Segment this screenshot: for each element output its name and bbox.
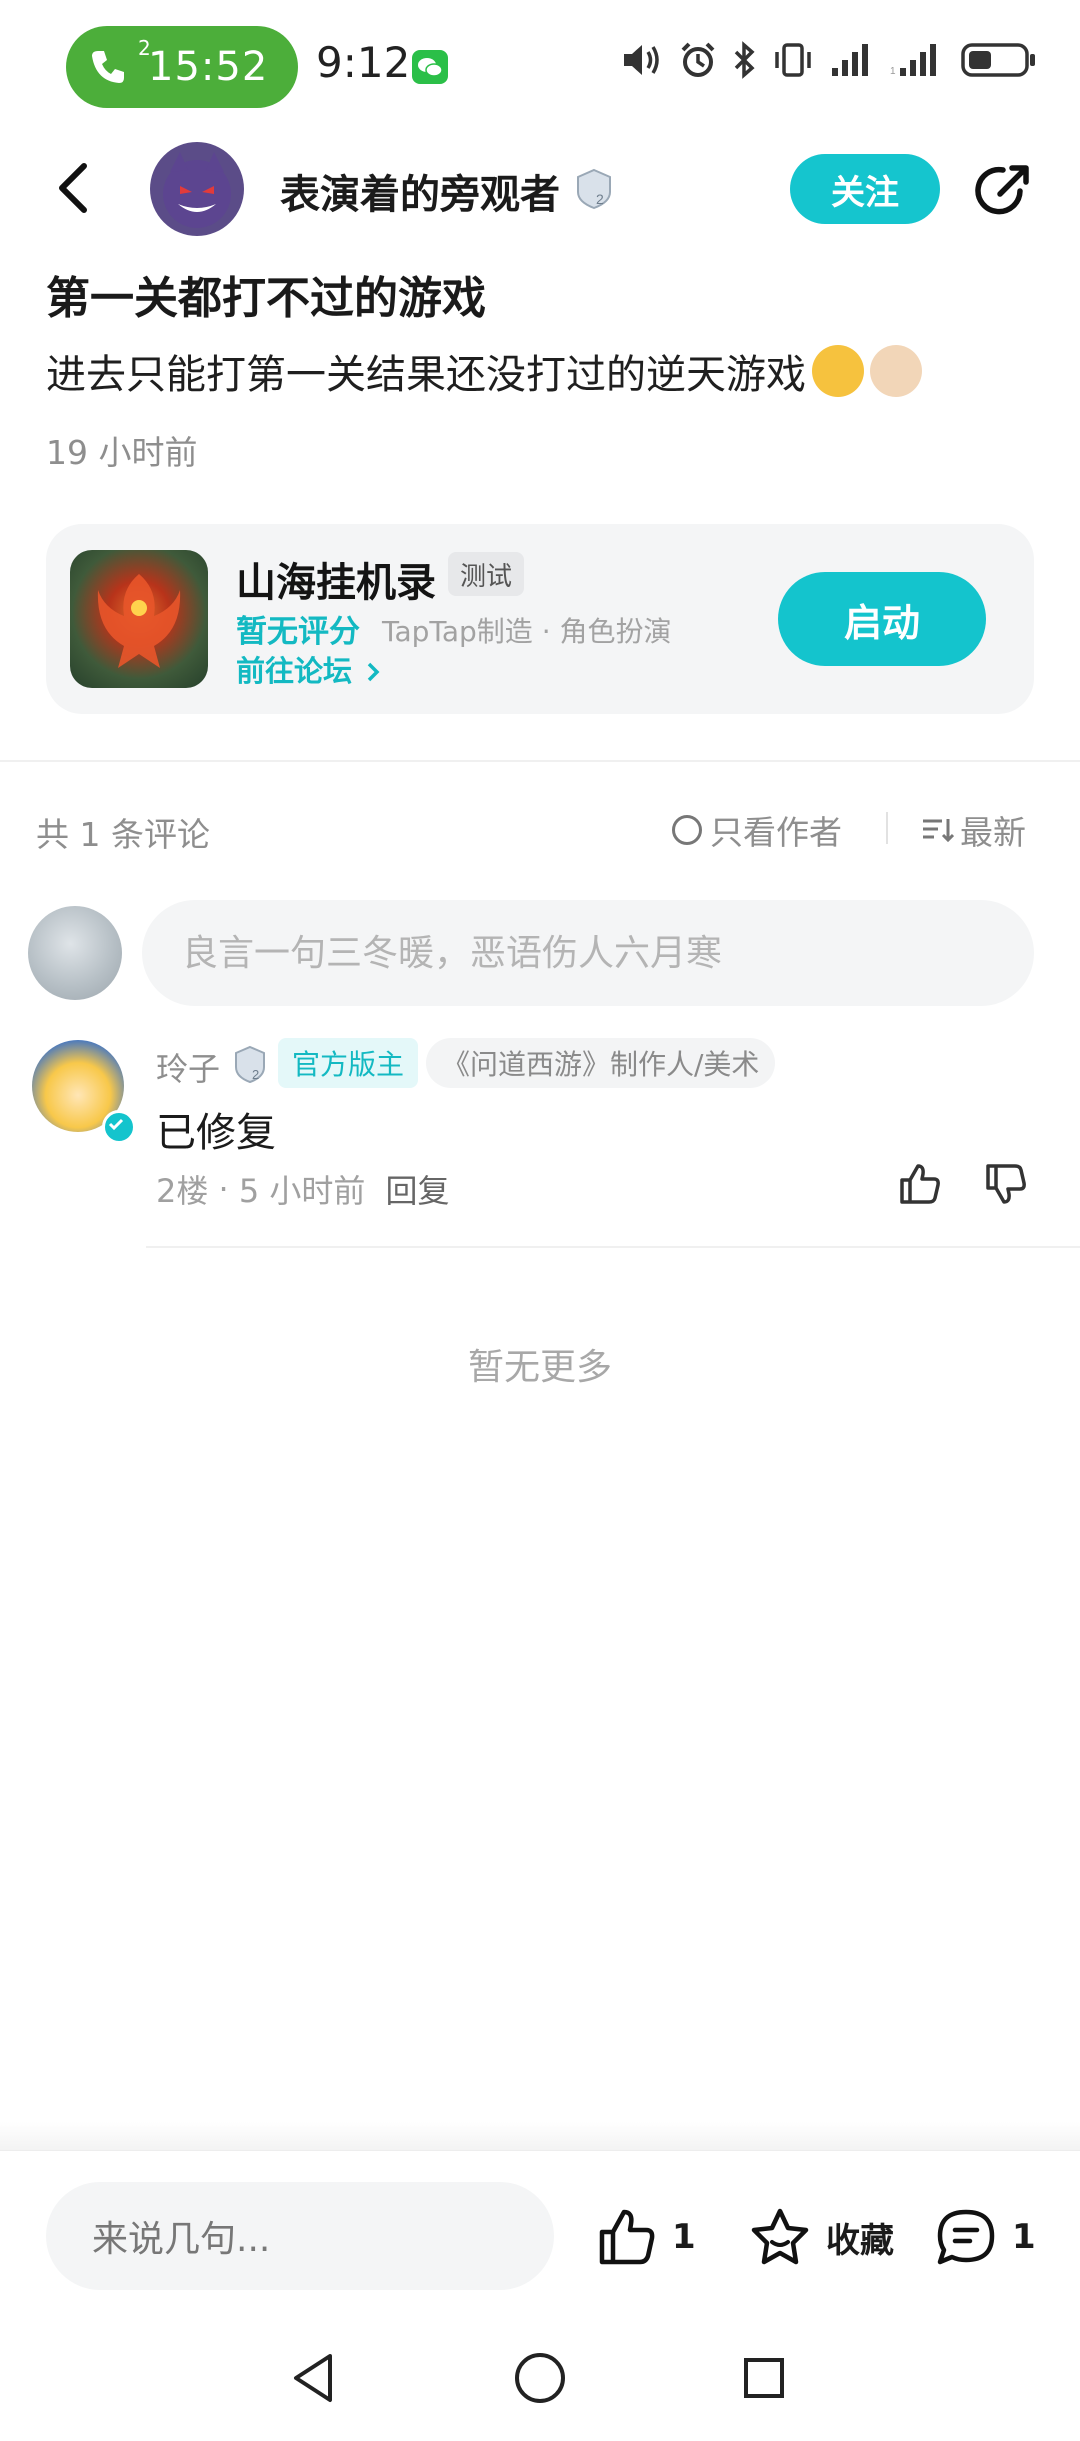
vibrate-icon	[775, 43, 811, 77]
comment-count-bottom: 1	[1012, 2217, 1036, 2257]
chevron-right-icon	[367, 662, 380, 682]
status-icons: 1	[620, 40, 1038, 80]
comment-count: 共 1 条评论	[36, 815, 210, 854]
call-count-badge: 2	[138, 36, 151, 60]
post-title: 第一关都打不过的游戏	[46, 273, 486, 324]
comment-time: 5 小时前	[238, 1172, 366, 1210]
level-badge-icon: 2	[577, 168, 611, 210]
comment-bubble-icon	[937, 2209, 995, 2265]
post-body: 进去只能打第一关结果还没打过的逆天游戏	[46, 342, 922, 400]
section-divider	[0, 760, 1080, 762]
post-body-text: 进去只能打第一关结果还没打过的逆天游戏	[46, 352, 806, 398]
verified-icon	[102, 1110, 136, 1144]
svg-text:2: 2	[596, 191, 604, 207]
game-rating: 暂无评分	[236, 614, 360, 650]
comment-divider	[146, 1246, 1080, 1248]
test-tag: 测试	[448, 552, 525, 596]
forum-link[interactable]: 前往论坛	[236, 648, 384, 690]
favorite-button[interactable]: 收藏	[748, 2206, 894, 2268]
game-card[interactable]: 山海挂机录 测试 暂无评分 TapTap制造 · 角色扮演 前往论坛 启动	[46, 524, 1034, 714]
thumbs-up-icon[interactable]	[896, 1160, 944, 1208]
launch-button[interactable]: 启动	[778, 572, 986, 666]
radio-circle-icon	[672, 815, 702, 845]
wechat-icon	[412, 50, 448, 84]
favorite-label: 收藏	[826, 2220, 894, 2261]
official-moderator-tag: 官方版主	[278, 1038, 419, 1088]
level-badge-icon: 2	[235, 1045, 265, 1084]
star-icon	[751, 2208, 809, 2265]
bottom-bar-shadow	[0, 2122, 1080, 2150]
volume-icon	[624, 45, 659, 75]
thumbs-up-icon	[599, 2209, 655, 2265]
only-author-toggle[interactable]: 只看作者	[672, 806, 842, 854]
nav-home-icon[interactable]	[512, 2350, 568, 2406]
separator	[886, 812, 888, 844]
crying-emoji-icon	[812, 345, 864, 397]
comment-text: 已修复	[156, 1110, 276, 1156]
post-timestamp: 19 小时前	[46, 433, 198, 472]
phone-icon	[92, 51, 124, 83]
author-avatar[interactable]	[150, 142, 244, 236]
call-timer: 15:52	[148, 44, 269, 90]
battery-icon	[961, 43, 1035, 77]
nav-back-icon[interactable]	[288, 2350, 340, 2406]
status-clock: 9:12	[316, 38, 411, 87]
comment-floor: 2楼	[156, 1172, 209, 1210]
my-avatar	[28, 906, 122, 1000]
reply-button[interactable]: 回复	[385, 1166, 449, 1212]
like-count: 1	[672, 2217, 696, 2257]
game-icon	[70, 550, 208, 688]
forum-link-label: 前往论坛	[236, 654, 353, 688]
game-meta: TapTap制造 · 角色扮演	[382, 615, 672, 648]
bluetooth-icon	[734, 41, 755, 79]
svg-text:1: 1	[890, 66, 896, 77]
comment-meta: 2楼 · 5 小时前 回复	[156, 1166, 449, 1212]
share-icon[interactable]	[970, 158, 1036, 224]
alarm-icon	[681, 42, 715, 77]
no-more-indicator: 暂无更多	[467, 1347, 612, 1388]
comments-button[interactable]: 1	[934, 2206, 1036, 2268]
game-name: 山海挂机录	[236, 560, 436, 606]
author-name[interactable]: 表演着的旁观者	[280, 162, 560, 220]
commenter-name[interactable]: 玲子	[156, 1044, 220, 1090]
comment-input[interactable]	[142, 900, 1034, 1006]
follow-button[interactable]: 关注	[790, 154, 940, 224]
thumbs-down-icon[interactable]	[982, 1160, 1030, 1208]
thumbs-up-emoji-icon	[870, 345, 922, 397]
quick-comment-input[interactable]: 来说几句...	[46, 2182, 554, 2290]
signal-icon	[832, 44, 868, 76]
sort-label: 最新	[960, 813, 1026, 852]
sort-icon	[923, 819, 954, 843]
nav-recent-apps-icon[interactable]	[742, 2354, 786, 2402]
signal-icon: 1	[890, 44, 936, 77]
creator-title-tag: 《问道西游》制作人/美术	[426, 1038, 776, 1088]
ongoing-call-pill[interactable]: 2 15:52	[66, 26, 298, 108]
back-arrow-icon[interactable]	[50, 158, 100, 218]
meta-dot: ·	[208, 1170, 239, 1208]
only-author-label: 只看作者	[710, 813, 842, 852]
svg-text:2: 2	[252, 1067, 259, 1082]
like-button[interactable]: 1	[596, 2206, 696, 2268]
sort-toggle[interactable]: 最新	[920, 806, 1026, 854]
